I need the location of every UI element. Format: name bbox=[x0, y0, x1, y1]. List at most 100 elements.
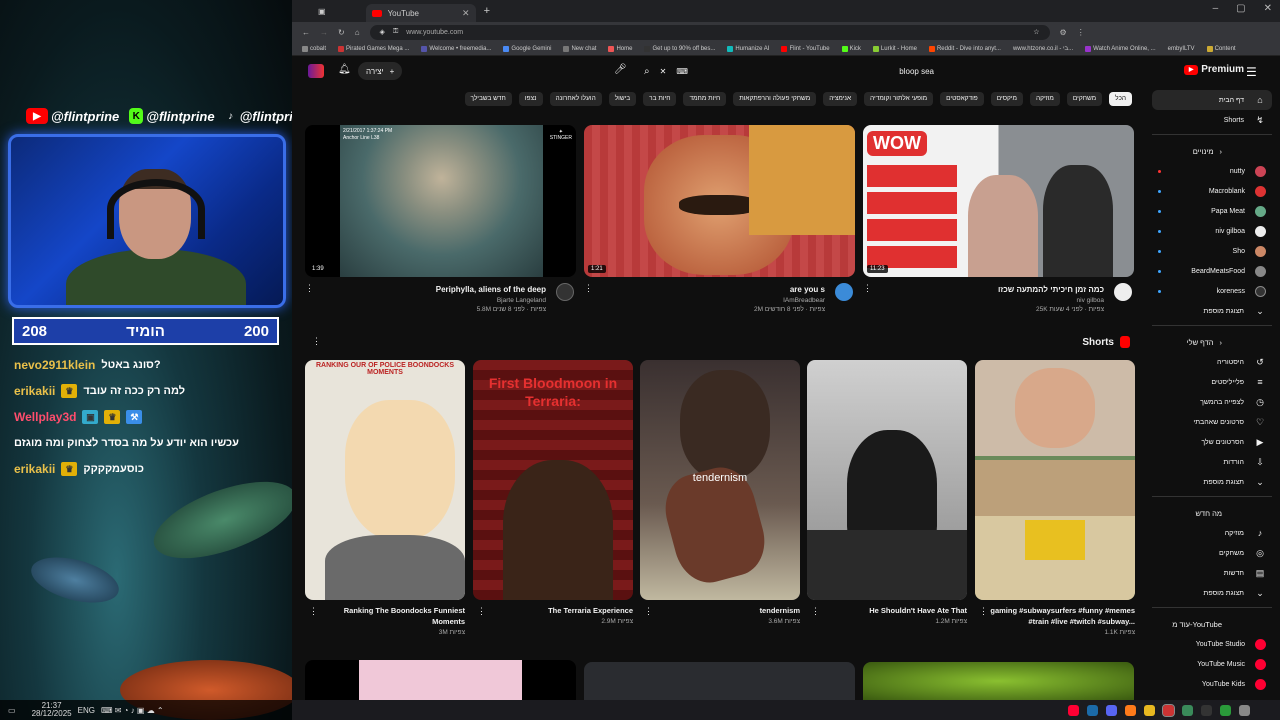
more-actions-icon[interactable]: ⋮ bbox=[309, 606, 318, 617]
chip[interactable]: פודקאסטים bbox=[940, 92, 984, 106]
tab-actions-icon[interactable]: ▣ bbox=[318, 7, 326, 16]
bookmark-item[interactable]: Flint - YouTube bbox=[781, 45, 830, 52]
app-icon[interactable] bbox=[1182, 704, 1193, 716]
home-icon[interactable]: ⌂ bbox=[355, 28, 360, 37]
bookmark-item[interactable]: Content bbox=[1206, 45, 1236, 52]
bookmark-item[interactable]: Reddit - Dive into anyt... bbox=[928, 45, 1001, 52]
bookmark-star-icon[interactable]: ☆ bbox=[1033, 28, 1039, 36]
notification-icon[interactable]: ▭ bbox=[8, 706, 16, 715]
short-thumbnail[interactable]: First Bloodmoon in Terraria: bbox=[473, 360, 633, 600]
channel-avatar[interactable] bbox=[556, 283, 574, 301]
video-card[interactable]: 1:21 ⋮ are you s IAmBreadbear 2M צפיות ·… bbox=[584, 125, 855, 319]
steam-icon[interactable] bbox=[1087, 704, 1098, 716]
video-thumbnail-partial[interactable] bbox=[863, 662, 1134, 700]
sidebar-item-yt-studio[interactable]: YouTube Studio bbox=[1152, 634, 1272, 654]
bookmark-item[interactable]: Humanize AI bbox=[727, 45, 769, 52]
bookmark-item[interactable]: embyILTV bbox=[1168, 46, 1195, 52]
video-thumbnail-partial[interactable] bbox=[305, 660, 576, 700]
sidebar-item-liked[interactable]: סרטונים שאהבתי ♡ bbox=[1152, 412, 1272, 432]
create-button[interactable]: יצירה + bbox=[358, 62, 403, 80]
chip[interactable]: חדש בשבילך bbox=[464, 92, 512, 106]
back-icon[interactable]: ← bbox=[302, 28, 310, 37]
app-icon[interactable] bbox=[1201, 704, 1212, 716]
chip[interactable]: בישול bbox=[608, 92, 637, 106]
chip[interactable]: מיקסים bbox=[990, 92, 1023, 106]
chip[interactable]: מוזיקה bbox=[1030, 92, 1060, 106]
bookmark-item[interactable]: cobalt bbox=[302, 45, 326, 52]
notifications-bell-icon[interactable]: 🔔︎ bbox=[338, 64, 351, 75]
close-window-icon[interactable]: ✕ bbox=[1264, 3, 1272, 14]
more-actions-icon[interactable]: ⋮ bbox=[811, 606, 820, 617]
chip[interactable]: הועלו לאחרונה bbox=[549, 92, 602, 106]
youtube-premium-logo[interactable]: ▶ Premium bbox=[1184, 64, 1244, 75]
short-title[interactable]: The Terraria Experience bbox=[473, 605, 633, 616]
app-icon[interactable] bbox=[1220, 704, 1231, 716]
more-actions-icon[interactable]: ⋮ bbox=[305, 283, 314, 294]
sidebar-show-more[interactable]: תצוגת מוספת ⌄ bbox=[1152, 583, 1272, 603]
channel-name[interactable]: niv gilboa bbox=[1077, 297, 1104, 304]
more-actions-icon[interactable]: ⋮ bbox=[644, 606, 653, 617]
sidebar-item-downloads[interactable]: הורדות ⇩ bbox=[1152, 452, 1272, 472]
sidebar-item-gaming[interactable]: משחקים ◎ bbox=[1152, 543, 1272, 563]
language-indicator[interactable]: ENG bbox=[78, 706, 95, 715]
maximize-icon[interactable]: ▢ bbox=[1236, 3, 1245, 14]
sidebar-item-music[interactable]: מוזיקה ♪ bbox=[1152, 523, 1272, 543]
short-thumbnail[interactable]: RANKING OUR OF POLICE BOONDOCKS MOMENTS bbox=[305, 360, 465, 600]
short-thumbnail[interactable] bbox=[807, 360, 967, 600]
more-actions-icon[interactable]: ⋮ bbox=[979, 606, 988, 617]
bookmark-item[interactable]: Get up to 90% off bes... bbox=[644, 45, 715, 52]
search-box[interactable]: ⌕ ✕ ⌨ bloop sea bbox=[644, 62, 944, 80]
bookmark-item[interactable]: Google Gemini bbox=[503, 45, 551, 52]
short-title[interactable]: Ranking The Boondocks Funniest Moments bbox=[305, 605, 465, 627]
video-card[interactable]: WOW 11:23 ⋮ כמה זמן חיכיתי להמתעה שכזו n… bbox=[863, 125, 1134, 319]
video-title[interactable]: are you s bbox=[790, 285, 825, 294]
sidebar-subscription[interactable]: Sho bbox=[1152, 241, 1272, 261]
browser-icon[interactable] bbox=[1162, 703, 1175, 717]
chip[interactable]: הכל bbox=[1109, 92, 1132, 106]
sidebar-item-home[interactable]: דף הבית ⌂ bbox=[1152, 90, 1272, 110]
video-thumbnail[interactable]: WOW 11:23 bbox=[863, 125, 1134, 277]
video-title[interactable]: Periphylla, aliens of the deep bbox=[436, 285, 546, 294]
sidebar-item-history[interactable]: היסטוריה ↺ bbox=[1152, 352, 1272, 372]
short-title[interactable]: tendernism bbox=[640, 605, 800, 616]
voice-search-mic-icon[interactable]: 🎤︎ bbox=[614, 64, 627, 75]
sidebar-subscription[interactable]: BeardMeatsFood bbox=[1152, 261, 1272, 281]
folder-icon[interactable] bbox=[1144, 704, 1155, 716]
video-title[interactable]: כמה זמן חיכיתי להמתעה שכזו bbox=[998, 285, 1104, 294]
short-card[interactable]: ⋮ gaming #subwaysurfers #funny #memes #t… bbox=[975, 360, 1135, 636]
sidebar-show-more[interactable]: תצוגת מוספת ⌄ bbox=[1152, 472, 1272, 492]
short-card[interactable]: tendernism ⋮ tendernism 3.6M צפיות bbox=[640, 360, 800, 625]
chip[interactable]: חיות בר bbox=[643, 92, 677, 106]
short-title[interactable]: He Shouldn't Have Ate That bbox=[807, 605, 967, 616]
chip[interactable]: משחקים bbox=[1066, 92, 1103, 106]
bookmark-item[interactable]: Lurkit - Home bbox=[872, 45, 917, 52]
minimize-icon[interactable]: – bbox=[1213, 3, 1219, 14]
chip[interactable]: מופעי אלתור וקומדיה bbox=[864, 92, 934, 106]
sidebar-subscription[interactable]: niv gilboa bbox=[1152, 221, 1272, 241]
channel-name[interactable]: IAmBreadbear bbox=[783, 297, 825, 304]
forward-icon[interactable]: → bbox=[320, 28, 328, 37]
menu-icon[interactable]: ⋮ bbox=[1077, 28, 1085, 37]
sidebar-subscription[interactable]: nutty bbox=[1152, 161, 1272, 181]
chip[interactable]: חיות מחמד bbox=[683, 92, 727, 106]
sidebar-show-more[interactable]: תצוגת מוספת ⌄ bbox=[1152, 301, 1272, 321]
discord-icon[interactable] bbox=[1106, 704, 1117, 716]
sidebar-item-your-videos[interactable]: הסרטונים שלך ▶ bbox=[1152, 432, 1272, 452]
bookmark-item[interactable]: Home bbox=[608, 45, 632, 52]
subscriptions-heading[interactable]: מינויים › bbox=[1152, 141, 1272, 161]
channel-avatar[interactable] bbox=[1114, 283, 1132, 301]
hamburger-menu-icon[interactable]: ☰ bbox=[1246, 65, 1258, 79]
you-heading[interactable]: הדף שלי › bbox=[1152, 332, 1272, 352]
video-thumbnail-partial[interactable] bbox=[584, 662, 855, 700]
url-input[interactable]: ◈ ⚿ www.youtube.com ☆ bbox=[369, 24, 1050, 40]
tray-icons[interactable]: ⌨ ✉ ◔ ♪ ▣ ☁ ⌃ bbox=[101, 706, 164, 715]
clear-search-icon[interactable]: ✕ bbox=[660, 67, 667, 76]
reload-icon[interactable]: ↻ bbox=[338, 28, 345, 37]
extensions-icon[interactable]: ⚙ bbox=[1060, 28, 1067, 37]
short-thumbnail[interactable] bbox=[975, 360, 1135, 600]
more-actions-icon[interactable]: ⋮ bbox=[863, 283, 872, 294]
search-input[interactable]: bloop sea bbox=[899, 67, 934, 76]
bookmark-item[interactable]: Kick bbox=[841, 45, 861, 52]
short-card[interactable]: First Bloodmoon in Terraria: ⋮ The Terra… bbox=[473, 360, 633, 625]
video-thumbnail[interactable]: 2/21/2017 1:37:24 PM Anchor Line L38 ✦ ST… bbox=[305, 125, 576, 277]
